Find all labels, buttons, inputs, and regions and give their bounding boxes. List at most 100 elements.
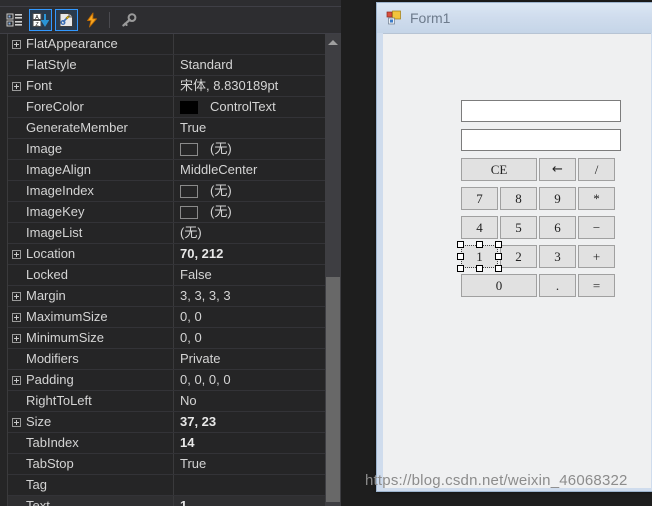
property-row[interactable]: MinimumSize 0, 0 xyxy=(8,328,333,349)
expand-toggle-icon[interactable] xyxy=(8,76,25,97)
property-value-cell[interactable]: (无) xyxy=(174,181,333,201)
property-value-cell[interactable]: False xyxy=(174,265,333,285)
display-textbox-1[interactable] xyxy=(461,100,621,122)
property-row[interactable]: Margin 3, 3, 3, 3 xyxy=(8,286,333,307)
button-plus[interactable]: + xyxy=(578,245,615,268)
button-label: 6 xyxy=(554,219,561,235)
expand-toggle-icon[interactable] xyxy=(8,328,25,349)
property-pages-button[interactable] xyxy=(117,9,140,31)
categorized-view-button[interactable] xyxy=(3,9,26,31)
property-value-cell[interactable]: 1 xyxy=(174,496,333,506)
property-value-cell[interactable]: (无) xyxy=(174,202,333,222)
property-row[interactable]: FlatStyle Standard xyxy=(8,55,333,76)
form-client-area[interactable]: CE ← / 7 8 9 * 4 5 6 − 1 2 3 +0. = xyxy=(383,33,651,488)
property-row[interactable]: ImageAlign MiddleCenter xyxy=(8,160,333,181)
expand-toggle-icon[interactable] xyxy=(8,412,25,433)
property-row[interactable]: Tag xyxy=(8,475,333,496)
button-minus[interactable]: − xyxy=(578,216,615,239)
property-value-cell[interactable]: ControlText xyxy=(174,97,333,117)
selection-handle[interactable] xyxy=(476,241,483,248)
expand-toggle-icon[interactable] xyxy=(8,34,25,55)
property-value-cell[interactable]: 3, 3, 3, 3 xyxy=(174,286,333,306)
property-value-cell[interactable]: Standard xyxy=(174,55,333,75)
property-grid-scrollbar[interactable] xyxy=(325,34,341,506)
property-value-cell[interactable]: (无) xyxy=(174,223,333,243)
property-row[interactable]: Locked False xyxy=(8,265,333,286)
property-row[interactable]: Image (无) xyxy=(8,139,333,160)
property-value-cell[interactable]: True xyxy=(174,454,333,474)
button-4[interactable]: 4 xyxy=(461,216,498,239)
expand-toggle-icon[interactable] xyxy=(8,370,25,391)
button-3[interactable]: 3 xyxy=(539,245,576,268)
expander-spacer xyxy=(8,391,25,412)
form-titlebar[interactable]: Form1 xyxy=(377,3,652,33)
button-divide[interactable]: / xyxy=(578,158,615,181)
button-6[interactable]: 6 xyxy=(539,216,576,239)
button-equals[interactable]: = xyxy=(578,274,615,297)
scrollbar-up-arrow[interactable] xyxy=(325,34,341,51)
button-ce[interactable]: CE xyxy=(461,158,537,181)
property-value-cell[interactable]: (无) xyxy=(174,139,333,159)
plus-icon xyxy=(12,291,21,301)
property-row[interactable]: FlatAppearance xyxy=(8,34,333,55)
button-9[interactable]: 9 xyxy=(539,187,576,210)
windows-form-icon xyxy=(386,10,402,26)
events-view-button[interactable] xyxy=(81,9,104,31)
property-value-cell[interactable]: 0, 0 xyxy=(174,307,333,327)
property-value-cell[interactable]: MiddleCenter xyxy=(174,160,333,180)
property-row[interactable]: ImageIndex (无) xyxy=(8,181,333,202)
expand-toggle-icon[interactable] xyxy=(8,286,25,307)
property-value-cell[interactable]: True xyxy=(174,118,333,138)
property-row[interactable]: TabStop True xyxy=(8,454,333,475)
property-row[interactable]: Modifiers Private xyxy=(8,349,333,370)
property-row[interactable]: ImageKey (无) xyxy=(8,202,333,223)
property-row[interactable]: Padding 0, 0, 0, 0 xyxy=(8,370,333,391)
property-value-cell[interactable] xyxy=(174,34,333,54)
button-5[interactable]: 5 xyxy=(500,216,537,239)
alphabetical-view-button[interactable]: A Z xyxy=(29,9,52,31)
selection-handle[interactable] xyxy=(476,265,483,272)
property-row[interactable]: ImageList (无) xyxy=(8,223,333,244)
property-grid[interactable]: FlatAppearance FlatStyle Standard Font 宋体, 8… xyxy=(0,34,352,506)
property-value-cell[interactable]: 宋体, 8.830189pt xyxy=(174,76,333,96)
property-value-cell[interactable]: 14 xyxy=(174,433,333,453)
button-dot[interactable]: . xyxy=(539,274,576,297)
property-value-cell[interactable] xyxy=(174,475,333,495)
property-row[interactable]: Font 宋体, 8.830189pt xyxy=(8,76,333,97)
properties-view-button[interactable] xyxy=(55,9,78,31)
property-row[interactable]: Location 70, 212 xyxy=(8,244,333,265)
selection-handle[interactable] xyxy=(457,253,464,260)
property-row[interactable]: MaximumSize 0, 0 xyxy=(8,307,333,328)
scrollbar-thumb[interactable] xyxy=(326,277,340,502)
property-value-cell[interactable]: 70, 212 xyxy=(174,244,333,264)
property-row[interactable]: ForeColor ControlText xyxy=(8,97,333,118)
property-value-cell[interactable]: 0, 0, 0, 0 xyxy=(174,370,333,390)
selection-handle[interactable] xyxy=(495,253,502,260)
selection-handle[interactable] xyxy=(495,241,502,248)
button-7[interactable]: 7 xyxy=(461,187,498,210)
button-backspace[interactable]: ← xyxy=(539,158,576,181)
expand-toggle-icon[interactable] xyxy=(8,307,25,328)
property-row[interactable]: GenerateMember True xyxy=(8,118,333,139)
button-2[interactable]: 2 xyxy=(500,245,537,268)
property-row[interactable]: Size 37, 23 xyxy=(8,412,333,433)
form-window[interactable]: Form1 CE ← / 7 8 9 * 4 5 6 − 1 2 3 +0. = xyxy=(376,2,652,492)
property-value: False xyxy=(180,267,212,282)
expander-spacer xyxy=(8,454,25,475)
button-label: / xyxy=(594,161,599,177)
property-value-cell[interactable]: 0, 0 xyxy=(174,328,333,348)
button-0[interactable]: 0 xyxy=(461,274,537,297)
selection-handle[interactable] xyxy=(457,265,464,272)
selection-handle[interactable] xyxy=(457,241,464,248)
selection-handle[interactable] xyxy=(495,265,502,272)
display-textbox-2[interactable] xyxy=(461,129,621,151)
property-value-cell[interactable]: No xyxy=(174,391,333,411)
expand-toggle-icon[interactable] xyxy=(8,244,25,265)
property-row[interactable]: Text 1 xyxy=(8,496,333,506)
button-8[interactable]: 8 xyxy=(500,187,537,210)
button-multiply[interactable]: * xyxy=(578,187,615,210)
property-row[interactable]: RightToLeft No xyxy=(8,391,333,412)
property-row[interactable]: TabIndex 14 xyxy=(8,433,333,454)
property-value-cell[interactable]: Private xyxy=(174,349,333,369)
property-value-cell[interactable]: 37, 23 xyxy=(174,412,333,432)
